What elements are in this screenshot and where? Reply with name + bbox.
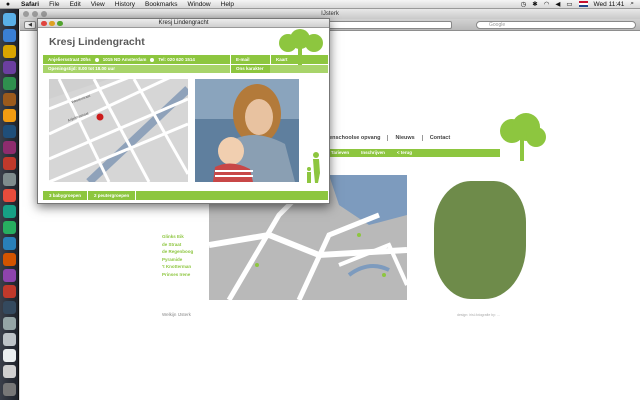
search-field[interactable]: Google (476, 20, 636, 29)
dock-app-icon[interactable] (3, 269, 16, 282)
dock-app-icon[interactable] (3, 157, 16, 170)
location-link[interactable]: Glinks Eik (162, 233, 193, 241)
menu-clock[interactable]: Wed 11:41 (594, 1, 625, 8)
popup-close-icon[interactable] (41, 20, 47, 26)
location-link[interactable]: 't Knotterman (162, 263, 193, 271)
popup-window: Kresj Lindengracht Kresj Lindengracht An… (37, 18, 330, 204)
bullet-icon (150, 57, 155, 62)
close-icon[interactable] (23, 11, 29, 17)
location-link[interactable]: de Straat (162, 241, 193, 249)
dock-app-icon[interactable] (3, 301, 16, 314)
zoom-icon[interactable] (41, 11, 47, 17)
map-link[interactable]: Kaart (270, 55, 310, 64)
menu-bookmarks[interactable]: Bookmarks (140, 1, 183, 8)
dock-document-icon[interactable] (3, 365, 16, 378)
nav-contact[interactable]: Contact (421, 135, 457, 141)
location-map-graphic (49, 79, 188, 182)
menu-help[interactable]: Help (216, 1, 239, 8)
wifi-icon[interactable]: ◠ (544, 0, 550, 8)
tab-toddler-groups[interactable]: 2 peutergroepen (88, 191, 137, 200)
dock-flash-icon[interactable] (3, 285, 16, 298)
minimize-icon[interactable] (32, 11, 38, 17)
bluetooth-icon[interactable]: ✱ (532, 0, 537, 8)
dock-acrobat-icon[interactable] (3, 189, 16, 202)
dock-app-icon[interactable] (3, 173, 16, 186)
menu-file[interactable]: File (44, 1, 64, 8)
dock-illustrator-icon[interactable] (3, 109, 16, 122)
site-child-photo (434, 181, 526, 299)
subnav-rates[interactable]: Tarieven (331, 149, 349, 157)
opening-hours: Openingstijd: 8.00 tot 18.00 uur (48, 66, 116, 71)
address-street: Anjeliersstraat 20hs (48, 57, 91, 62)
location-list: Glinks Eik de Straat de Regenboog Pyrami… (162, 233, 193, 278)
dock-photoshop-icon[interactable] (3, 125, 16, 138)
dock-app-icon[interactable] (3, 237, 16, 250)
volume-icon[interactable]: ◀ (555, 0, 560, 8)
spotlight-icon[interactable]: ⌕ (630, 0, 634, 8)
site-footer: Welkijn IJsterk (162, 312, 191, 317)
popup-window-title: Kresj Lindengracht (158, 20, 209, 26)
dock-app-icon[interactable] (3, 221, 16, 234)
site-nav: buitenschoolse opvang Nieuws Contact (312, 135, 457, 141)
subnav-register[interactable]: Inschrijven (361, 149, 385, 157)
dock-indesign-icon[interactable] (3, 141, 16, 154)
dock-app-icon[interactable] (3, 205, 16, 218)
back-button[interactable]: ◀ (24, 20, 36, 29)
location-link[interactable]: Pyramide (162, 256, 193, 264)
popup-window-controls (41, 20, 63, 26)
dock-document-icon[interactable] (3, 349, 16, 362)
battery-icon[interactable]: ▭ (566, 0, 572, 8)
family-silhouette-icon (307, 152, 320, 183)
menu-view[interactable]: View (86, 1, 110, 8)
dock-bridge-icon[interactable] (3, 93, 16, 106)
bullet-icon (94, 57, 99, 62)
dock-app-icon[interactable] (3, 317, 16, 330)
dock-app-icon[interactable] (3, 61, 16, 74)
photo-graphic (195, 79, 299, 182)
email-link[interactable]: E-mail (230, 55, 270, 64)
subnav-back[interactable]: < terug (397, 149, 412, 157)
dock-dreamweaver-icon[interactable] (3, 77, 16, 90)
popup-zoom-icon[interactable] (57, 20, 63, 26)
tab-baby-groups[interactable]: 3 babygroepen (43, 191, 89, 200)
menu-bar: ● Safari File Edit View History Bookmark… (0, 0, 640, 9)
location-name: Kresj Lindengracht (49, 36, 145, 48)
menu-edit[interactable]: Edit (65, 1, 86, 8)
dock-app-icon[interactable] (3, 333, 16, 346)
group-tabs: 3 babygroepen 2 peutergroepen (43, 191, 328, 200)
location-link[interactable]: Prinses Irene (162, 271, 193, 279)
popup-minimize-icon[interactable] (49, 20, 55, 26)
menu-window[interactable]: Window (183, 1, 216, 8)
dock-app-icon[interactable] (3, 45, 16, 58)
address-phone: Tel: 020 620 1514 (158, 57, 195, 62)
menu-extras: ◷ ✱ ◠ ◀ ▭ Wed 11:41 ⌕ (521, 0, 640, 8)
apple-menu-icon[interactable]: ● (0, 1, 16, 8)
dock-trash-icon[interactable] (3, 383, 16, 396)
mother-child-photo (195, 79, 299, 182)
menu-history[interactable]: History (110, 1, 140, 8)
menu-app-name[interactable]: Safari (16, 1, 44, 8)
opening-hours-row: Openingstijd: 8.00 tot 18.00 uur (43, 65, 328, 73)
dock (0, 9, 19, 400)
location-link[interactable]: de Regenboog (162, 248, 193, 256)
window-controls (23, 11, 47, 17)
time-machine-icon[interactable]: ◷ (521, 0, 527, 8)
dock-app-icon[interactable] (3, 253, 16, 266)
input-flag-icon[interactable] (578, 1, 588, 7)
nav-news[interactable]: Nieuws (387, 135, 421, 141)
dock-finder-icon[interactable] (3, 13, 16, 26)
address-postcode: 1015 ND Amsterdam (102, 57, 147, 62)
popup-titlebar: Kresj Lindengracht (38, 19, 329, 28)
location-map[interactable]: Westerstraat Anjeliersstraat (49, 79, 188, 182)
dock-safari-icon[interactable] (3, 29, 16, 42)
site-credit: design: irisl-fotografie by: ... (457, 313, 500, 317)
browser-title: IJsterk (321, 11, 339, 17)
character-link[interactable]: Ons karakter (230, 65, 270, 73)
